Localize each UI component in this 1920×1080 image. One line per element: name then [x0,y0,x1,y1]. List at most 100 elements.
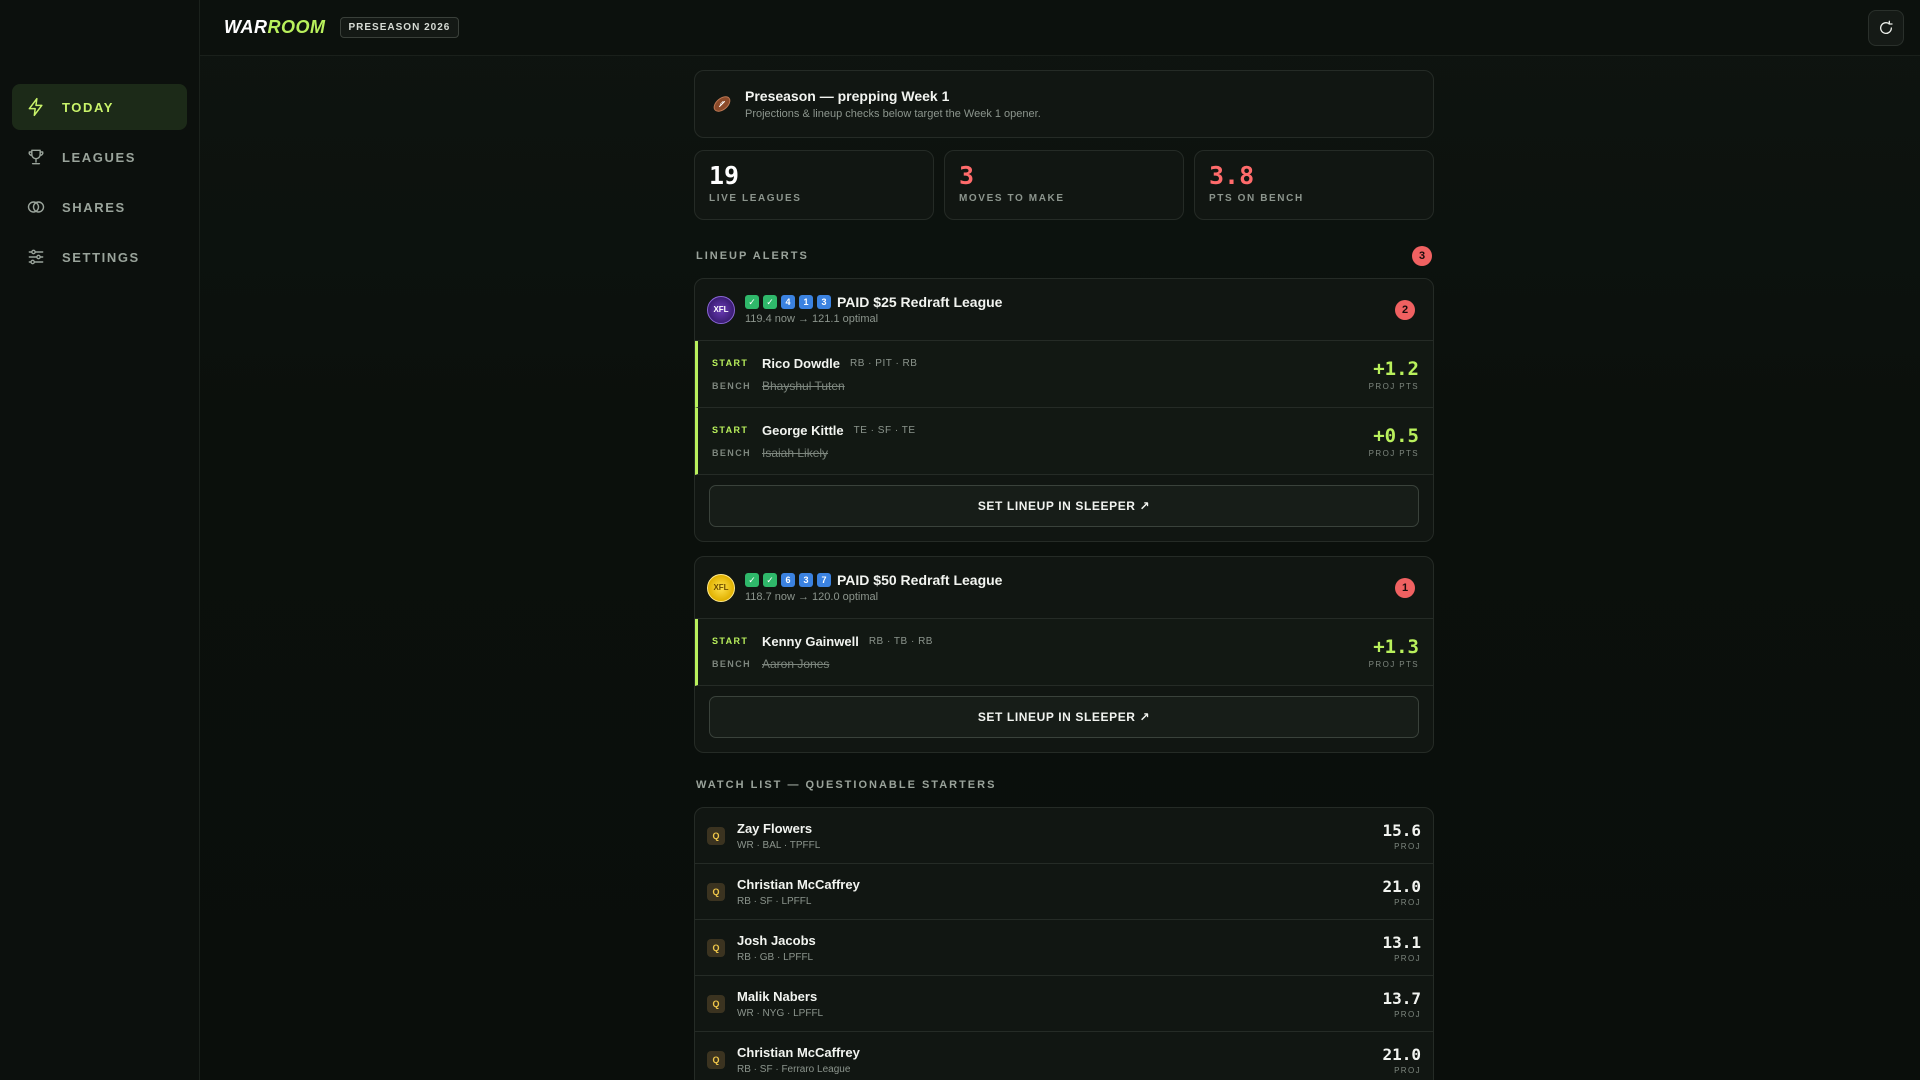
league-header[interactable]: XFL ✓ ✓ 6 3 7 PAID $50 Redraft League 11… [695,557,1433,619]
number-chip: 3 [799,573,813,587]
league-name: PAID $50 Redraft League [837,572,1003,588]
main-area: WARROOM PRESEASON 2026 Preseason — prepp… [200,0,1920,1080]
bolt-icon [28,97,43,117]
player-meta: RB · SF · LPFFL [737,895,812,907]
player-meta: TE · SF · TE [853,424,916,436]
player-name: Christian McCaffrey [737,1044,860,1060]
league-logo: XFL [707,295,735,324]
sidebar-item-label: SHARES [62,199,126,215]
player-meta: RB · TB · RB [868,635,933,647]
bench-player: Bhayshul Tuten [762,378,845,393]
start-player: Rico Dowdle [762,355,841,371]
start-tag: START [712,358,749,368]
league-header[interactable]: XFL ✓ ✓ 4 1 3 PAID $25 Redraft League 11… [695,279,1433,341]
bench-tag: BENCH [712,447,752,458]
watch-list-row[interactable]: Q Christian McCaffrey RB · SF · Ferraro … [695,1032,1433,1080]
player-meta: WR · BAL · TPFFL [737,839,821,851]
proj-label: PROJ [1394,841,1421,851]
sidebar-item-shares[interactable]: SHARES [12,184,187,230]
questionable-badge: Q [707,994,725,1013]
league-alert-card: XFL ✓ ✓ 4 1 3 PAID $25 Redraft League 11… [694,278,1434,542]
watch-list-row[interactable]: Q Zay Flowers WR · BAL · TPFFL 15.6 PROJ [695,808,1433,864]
questionable-badge: Q [707,882,725,901]
banner-title: Preseason — prepping Week 1 [745,88,950,104]
league-logo: XFL [707,573,735,602]
player-name: Christian McCaffrey [737,876,860,892]
stat-moves-to-make: 3 MOVES TO MAKE [944,150,1184,220]
proj-label: PROJ [1394,953,1421,963]
bench-player: Isaiah Likely [762,445,829,460]
refresh-button[interactable] [1868,10,1904,46]
player-meta: RB · GB · LPFFL [737,951,814,963]
proj-delta-label: PROJ PTS [1368,659,1419,669]
proj-label: PROJ [1394,897,1421,907]
section-title: WATCH LIST — QUESTIONABLE STARTERS [696,779,997,791]
league-moves-badge: 1 [1395,577,1415,598]
proj-value: 13.7 [1382,988,1421,1008]
number-chip: 4 [781,295,795,309]
check-icon: ✓ [745,295,759,309]
proj-label: PROJ [1394,1009,1421,1019]
questionable-badge: Q [707,938,725,957]
lineup-alerts-header: LINEUP ALERTS 3 [696,246,1432,266]
stat-value: 3.8 [1209,161,1255,190]
stat-pts-on-bench: 3.8 PTS ON BENCH [1194,150,1434,220]
sidebar-item-leagues[interactable]: LEAGUES [12,134,187,180]
lineup-move-row[interactable]: START George Kittle TE · SF · TE BENCH I… [695,408,1433,475]
football-icon [713,96,731,112]
lineup-move-row[interactable]: START Kenny Gainwell RB · TB · RB BENCH … [695,619,1433,686]
bench-tag: BENCH [712,380,752,391]
player-meta: RB · SF · Ferraro League [737,1063,851,1075]
watch-list-row[interactable]: Q Josh Jacobs RB · GB · LPFFL 13.1 PROJ [695,920,1433,976]
check-icon: ✓ [763,295,777,309]
start-tag: START [712,636,749,646]
league-score-summary: 119.4 now → 121.1 optimal [745,313,879,325]
start-player: George Kittle [762,422,844,438]
stat-value: 19 [709,161,740,190]
number-chip: 3 [817,295,831,309]
player-meta: RB · PIT · RB [850,357,918,369]
proj-value: 21.0 [1382,1044,1421,1064]
number-chip: 6 [781,573,795,587]
sidebar-item-label: SETTINGS [62,249,140,265]
league-moves-badge: 2 [1395,299,1415,320]
app-root: TODAY LEAGUES SHARES SETTINGS WARROOM PR… [0,0,1920,1080]
player-name: Zay Flowers [737,820,813,836]
league-name: PAID $25 Redraft League [837,294,1003,310]
lineup-move-row[interactable]: START Rico Dowdle RB · PIT · RB BENCH Bh… [695,341,1433,408]
sidebar-item-label: TODAY [62,99,115,115]
set-lineup-button[interactable]: SET LINEUP IN SLEEPER ↗ [709,485,1419,527]
sidebar-item-settings[interactable]: SETTINGS [12,234,187,280]
check-icon: ✓ [763,573,777,587]
bench-player: Aaron Jones [762,656,830,671]
questionable-badge: Q [707,826,725,845]
season-badge: PRESEASON 2026 [339,17,460,38]
player-name: Malik Nabers [737,988,818,1004]
proj-value: 15.6 [1382,820,1421,840]
stat-live-leagues: 19 LIVE LEAGUES [694,150,934,220]
player-name: Josh Jacobs [737,932,816,948]
player-meta: WR · NYG · LPFFL [737,1007,824,1019]
sidebar-item-label: LEAGUES [62,149,137,165]
stat-label: MOVES TO MAKE [959,193,1065,204]
proj-delta: +0.5 [1373,424,1419,447]
proj-delta-label: PROJ PTS [1368,381,1419,391]
start-tag: START [712,425,749,435]
sidebar-item-today[interactable]: TODAY [12,84,187,130]
watch-list-row[interactable]: Q Malik Nabers WR · NYG · LPFFL 13.7 PRO… [695,976,1433,1032]
watch-list-header: WATCH LIST — QUESTIONABLE STARTERS [696,775,1432,795]
preseason-banner: Preseason — prepping Week 1 Projections … [694,70,1434,138]
stat-label: PTS ON BENCH [1209,193,1304,204]
check-icon: ✓ [745,573,759,587]
watch-list: Q Zay Flowers WR · BAL · TPFFL 15.6 PROJ… [694,807,1434,1080]
trophy-icon [28,149,44,165]
set-lineup-button[interactable]: SET LINEUP IN SLEEPER ↗ [709,696,1419,738]
today-content: Preseason — prepping Week 1 Projections … [694,70,1434,1080]
app-logo[interactable]: WARROOM [224,17,326,38]
league-alert-card: XFL ✓ ✓ 6 3 7 PAID $50 Redraft League 11… [694,556,1434,753]
banner-subtitle: Projections & lineup checks below target… [745,108,1041,120]
alerts-count-badge: 3 [1412,246,1432,266]
watch-list-row[interactable]: Q Christian McCaffrey RB · SF · LPFFL 21… [695,864,1433,920]
section-title: LINEUP ALERTS [696,250,809,262]
proj-value: 13.1 [1382,932,1421,952]
